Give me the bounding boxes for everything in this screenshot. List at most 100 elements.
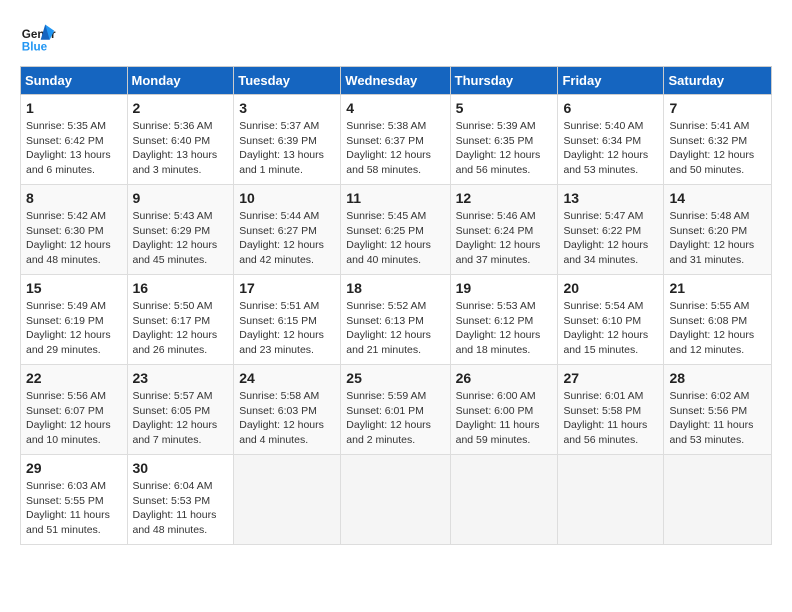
page-header: General Blue bbox=[20, 20, 772, 56]
day-info: Sunrise: 5:41 AMSunset: 6:32 PMDaylight:… bbox=[669, 120, 754, 176]
day-number: 21 bbox=[669, 280, 766, 296]
day-info: Sunrise: 6:02 AMSunset: 5:56 PMDaylight:… bbox=[669, 390, 753, 446]
day-cell-2: 2 Sunrise: 5:36 AMSunset: 6:40 PMDayligh… bbox=[127, 95, 234, 185]
week-row-2: 8 Sunrise: 5:42 AMSunset: 6:30 PMDayligh… bbox=[21, 185, 772, 275]
day-cell-29: 29 Sunrise: 6:03 AMSunset: 5:55 PMDaylig… bbox=[21, 455, 128, 545]
day-info: Sunrise: 5:43 AMSunset: 6:29 PMDaylight:… bbox=[133, 210, 218, 266]
day-cell-21: 21 Sunrise: 5:55 AMSunset: 6:08 PMDaylig… bbox=[664, 275, 772, 365]
day-cell-10: 10 Sunrise: 5:44 AMSunset: 6:27 PMDaylig… bbox=[234, 185, 341, 275]
day-cell-15: 15 Sunrise: 5:49 AMSunset: 6:19 PMDaylig… bbox=[21, 275, 128, 365]
day-cell-28: 28 Sunrise: 6:02 AMSunset: 5:56 PMDaylig… bbox=[664, 365, 772, 455]
day-cell-6: 6 Sunrise: 5:40 AMSunset: 6:34 PMDayligh… bbox=[558, 95, 664, 185]
day-number: 3 bbox=[239, 100, 335, 116]
day-number: 4 bbox=[346, 100, 444, 116]
calendar-table: SundayMondayTuesdayWednesdayThursdayFrid… bbox=[20, 66, 772, 545]
day-info: Sunrise: 5:40 AMSunset: 6:34 PMDaylight:… bbox=[563, 120, 648, 176]
calendar-header-row: SundayMondayTuesdayWednesdayThursdayFrid… bbox=[21, 67, 772, 95]
day-number: 25 bbox=[346, 370, 444, 386]
day-info: Sunrise: 5:36 AMSunset: 6:40 PMDaylight:… bbox=[133, 120, 218, 176]
day-cell-8: 8 Sunrise: 5:42 AMSunset: 6:30 PMDayligh… bbox=[21, 185, 128, 275]
empty-cell bbox=[664, 455, 772, 545]
day-number: 19 bbox=[456, 280, 553, 296]
day-cell-14: 14 Sunrise: 5:48 AMSunset: 6:20 PMDaylig… bbox=[664, 185, 772, 275]
header-tuesday: Tuesday bbox=[234, 67, 341, 95]
week-row-4: 22 Sunrise: 5:56 AMSunset: 6:07 PMDaylig… bbox=[21, 365, 772, 455]
day-number: 20 bbox=[563, 280, 658, 296]
day-number: 2 bbox=[133, 100, 229, 116]
day-info: Sunrise: 6:03 AMSunset: 5:55 PMDaylight:… bbox=[26, 480, 110, 536]
day-info: Sunrise: 6:04 AMSunset: 5:53 PMDaylight:… bbox=[133, 480, 217, 536]
week-row-5: 29 Sunrise: 6:03 AMSunset: 5:55 PMDaylig… bbox=[21, 455, 772, 545]
day-cell-19: 19 Sunrise: 5:53 AMSunset: 6:12 PMDaylig… bbox=[450, 275, 558, 365]
empty-cell bbox=[341, 455, 450, 545]
day-cell-26: 26 Sunrise: 6:00 AMSunset: 6:00 PMDaylig… bbox=[450, 365, 558, 455]
empty-cell bbox=[558, 455, 664, 545]
header-sunday: Sunday bbox=[21, 67, 128, 95]
day-number: 5 bbox=[456, 100, 553, 116]
day-info: Sunrise: 5:54 AMSunset: 6:10 PMDaylight:… bbox=[563, 300, 648, 356]
day-number: 8 bbox=[26, 190, 122, 206]
day-cell-16: 16 Sunrise: 5:50 AMSunset: 6:17 PMDaylig… bbox=[127, 275, 234, 365]
logo-icon: General Blue bbox=[20, 20, 56, 56]
day-cell-25: 25 Sunrise: 5:59 AMSunset: 6:01 PMDaylig… bbox=[341, 365, 450, 455]
day-info: Sunrise: 5:51 AMSunset: 6:15 PMDaylight:… bbox=[239, 300, 324, 356]
day-cell-5: 5 Sunrise: 5:39 AMSunset: 6:35 PMDayligh… bbox=[450, 95, 558, 185]
day-number: 26 bbox=[456, 370, 553, 386]
day-number: 1 bbox=[26, 100, 122, 116]
header-monday: Monday bbox=[127, 67, 234, 95]
day-info: Sunrise: 5:57 AMSunset: 6:05 PMDaylight:… bbox=[133, 390, 218, 446]
day-number: 18 bbox=[346, 280, 444, 296]
day-number: 7 bbox=[669, 100, 766, 116]
day-number: 23 bbox=[133, 370, 229, 386]
day-number: 16 bbox=[133, 280, 229, 296]
week-row-3: 15 Sunrise: 5:49 AMSunset: 6:19 PMDaylig… bbox=[21, 275, 772, 365]
day-info: Sunrise: 5:55 AMSunset: 6:08 PMDaylight:… bbox=[669, 300, 754, 356]
day-number: 27 bbox=[563, 370, 658, 386]
day-cell-30: 30 Sunrise: 6:04 AMSunset: 5:53 PMDaylig… bbox=[127, 455, 234, 545]
day-cell-17: 17 Sunrise: 5:51 AMSunset: 6:15 PMDaylig… bbox=[234, 275, 341, 365]
day-cell-13: 13 Sunrise: 5:47 AMSunset: 6:22 PMDaylig… bbox=[558, 185, 664, 275]
day-info: Sunrise: 5:52 AMSunset: 6:13 PMDaylight:… bbox=[346, 300, 431, 356]
day-number: 24 bbox=[239, 370, 335, 386]
header-friday: Friday bbox=[558, 67, 664, 95]
day-info: Sunrise: 5:37 AMSunset: 6:39 PMDaylight:… bbox=[239, 120, 324, 176]
day-cell-12: 12 Sunrise: 5:46 AMSunset: 6:24 PMDaylig… bbox=[450, 185, 558, 275]
week-row-1: 1 Sunrise: 5:35 AMSunset: 6:42 PMDayligh… bbox=[21, 95, 772, 185]
calendar-body: 1 Sunrise: 5:35 AMSunset: 6:42 PMDayligh… bbox=[21, 95, 772, 545]
day-info: Sunrise: 5:45 AMSunset: 6:25 PMDaylight:… bbox=[346, 210, 431, 266]
day-info: Sunrise: 5:50 AMSunset: 6:17 PMDaylight:… bbox=[133, 300, 218, 356]
day-number: 15 bbox=[26, 280, 122, 296]
day-info: Sunrise: 5:44 AMSunset: 6:27 PMDaylight:… bbox=[239, 210, 324, 266]
day-cell-20: 20 Sunrise: 5:54 AMSunset: 6:10 PMDaylig… bbox=[558, 275, 664, 365]
day-number: 22 bbox=[26, 370, 122, 386]
day-info: Sunrise: 5:42 AMSunset: 6:30 PMDaylight:… bbox=[26, 210, 111, 266]
day-number: 11 bbox=[346, 190, 444, 206]
day-number: 17 bbox=[239, 280, 335, 296]
day-info: Sunrise: 5:46 AMSunset: 6:24 PMDaylight:… bbox=[456, 210, 541, 266]
day-cell-24: 24 Sunrise: 5:58 AMSunset: 6:03 PMDaylig… bbox=[234, 365, 341, 455]
day-cell-23: 23 Sunrise: 5:57 AMSunset: 6:05 PMDaylig… bbox=[127, 365, 234, 455]
day-number: 9 bbox=[133, 190, 229, 206]
day-info: Sunrise: 5:59 AMSunset: 6:01 PMDaylight:… bbox=[346, 390, 431, 446]
day-cell-22: 22 Sunrise: 5:56 AMSunset: 6:07 PMDaylig… bbox=[21, 365, 128, 455]
day-info: Sunrise: 5:38 AMSunset: 6:37 PMDaylight:… bbox=[346, 120, 431, 176]
day-number: 14 bbox=[669, 190, 766, 206]
day-info: Sunrise: 5:53 AMSunset: 6:12 PMDaylight:… bbox=[456, 300, 541, 356]
day-cell-18: 18 Sunrise: 5:52 AMSunset: 6:13 PMDaylig… bbox=[341, 275, 450, 365]
day-info: Sunrise: 5:49 AMSunset: 6:19 PMDaylight:… bbox=[26, 300, 111, 356]
empty-cell bbox=[234, 455, 341, 545]
day-cell-27: 27 Sunrise: 6:01 AMSunset: 5:58 PMDaylig… bbox=[558, 365, 664, 455]
header-thursday: Thursday bbox=[450, 67, 558, 95]
svg-text:Blue: Blue bbox=[22, 41, 48, 54]
day-cell-4: 4 Sunrise: 5:38 AMSunset: 6:37 PMDayligh… bbox=[341, 95, 450, 185]
day-number: 13 bbox=[563, 190, 658, 206]
day-info: Sunrise: 5:35 AMSunset: 6:42 PMDaylight:… bbox=[26, 120, 111, 176]
day-number: 28 bbox=[669, 370, 766, 386]
day-info: Sunrise: 5:48 AMSunset: 6:20 PMDaylight:… bbox=[669, 210, 754, 266]
day-number: 30 bbox=[133, 460, 229, 476]
day-cell-3: 3 Sunrise: 5:37 AMSunset: 6:39 PMDayligh… bbox=[234, 95, 341, 185]
day-info: Sunrise: 6:00 AMSunset: 6:00 PMDaylight:… bbox=[456, 390, 540, 446]
day-number: 10 bbox=[239, 190, 335, 206]
day-number: 12 bbox=[456, 190, 553, 206]
day-info: Sunrise: 5:56 AMSunset: 6:07 PMDaylight:… bbox=[26, 390, 111, 446]
